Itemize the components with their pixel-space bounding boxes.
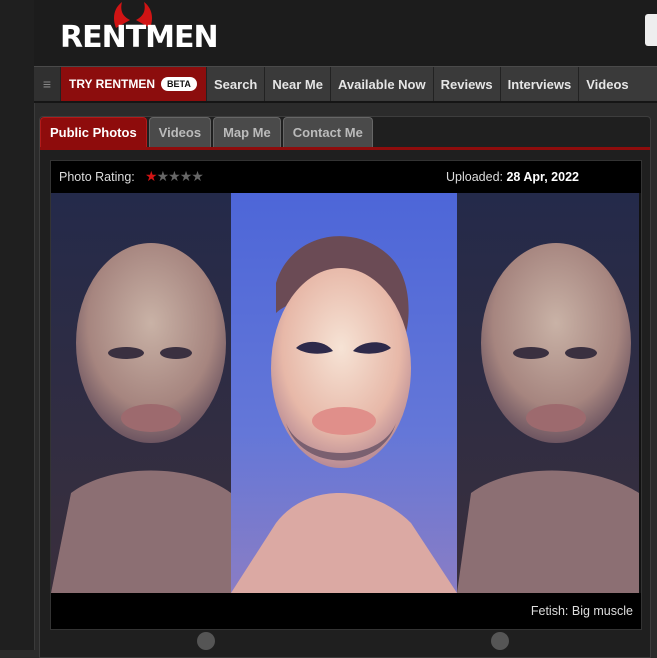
star-empty-icon[interactable]: ★ xyxy=(191,168,204,184)
tab-underline xyxy=(40,147,650,150)
photo-rating-stars[interactable]: ★★★★★ xyxy=(145,168,204,185)
uploaded-label: Uploaded: xyxy=(446,170,503,184)
profile-tabs: Public Photos Videos Map Me Contact Me xyxy=(40,117,375,147)
nav-item-search[interactable]: Search xyxy=(206,67,264,101)
uploaded-info: Uploaded: 28 Apr, 2022 xyxy=(446,170,579,184)
nav-item-videos[interactable]: Videos xyxy=(578,67,635,101)
main-navbar: ≡ TRY RENTMEN BETA Search Near Me Availa… xyxy=(34,66,657,103)
photo-footer: Fetish: Big muscle xyxy=(51,593,641,629)
photo-rating-label: Photo Rating: xyxy=(59,170,135,184)
fetish-label: Fetish: xyxy=(530,604,569,618)
envelope-icon[interactable] xyxy=(491,632,509,650)
fetish-value: Big muscle xyxy=(571,604,633,618)
photo-header: Photo Rating: ★★★★★ Uploaded: 28 Apr, 20… xyxy=(51,161,641,193)
uploaded-date: 28 Apr, 2022 xyxy=(506,170,579,184)
star-empty-icon[interactable]: ★ xyxy=(180,168,193,184)
photo-image xyxy=(51,193,639,593)
hamburger-icon[interactable]: ≡ xyxy=(34,67,61,101)
star-filled-icon[interactable]: ★ xyxy=(145,168,158,184)
profile-panel: Public Photos Videos Map Me Contact Me P… xyxy=(39,116,651,658)
star-empty-icon[interactable]: ★ xyxy=(168,168,181,184)
nav-items: Search Near Me Available Now Reviews Int… xyxy=(206,67,636,101)
nav-item-near-me[interactable]: Near Me xyxy=(264,67,330,101)
rentmen-logo[interactable]: RENTMEN xyxy=(60,2,219,60)
try-rentmen-button[interactable]: TRY RENTMEN BETA xyxy=(61,67,206,101)
tab-map-me[interactable]: Map Me xyxy=(213,117,281,147)
nav-item-available-now[interactable]: Available Now xyxy=(329,67,433,101)
try-rentmen-label: TRY RENTMEN xyxy=(69,77,156,91)
beta-badge: BETA xyxy=(161,77,197,91)
share-icon[interactable] xyxy=(197,632,215,650)
nav-item-interviews[interactable]: Interviews xyxy=(499,67,579,101)
tab-contact-me[interactable]: Contact Me xyxy=(282,117,373,147)
fetish-info: Fetish: Big muscle xyxy=(531,604,633,618)
site-header: RENTMEN xyxy=(34,0,657,66)
tab-videos[interactable]: Videos xyxy=(148,117,212,147)
profile-photo[interactable] xyxy=(51,193,639,593)
logo-text: RENTMEN xyxy=(60,20,219,55)
photo-viewer: Photo Rating: ★★★★★ Uploaded: 28 Apr, 20… xyxy=(50,160,642,630)
left-gutter xyxy=(0,0,35,650)
header-search-input[interactable] xyxy=(645,14,657,46)
nav-item-reviews[interactable]: Reviews xyxy=(432,67,500,101)
tab-public-photos[interactable]: Public Photos xyxy=(40,117,147,147)
star-empty-icon[interactable]: ★ xyxy=(157,168,170,184)
